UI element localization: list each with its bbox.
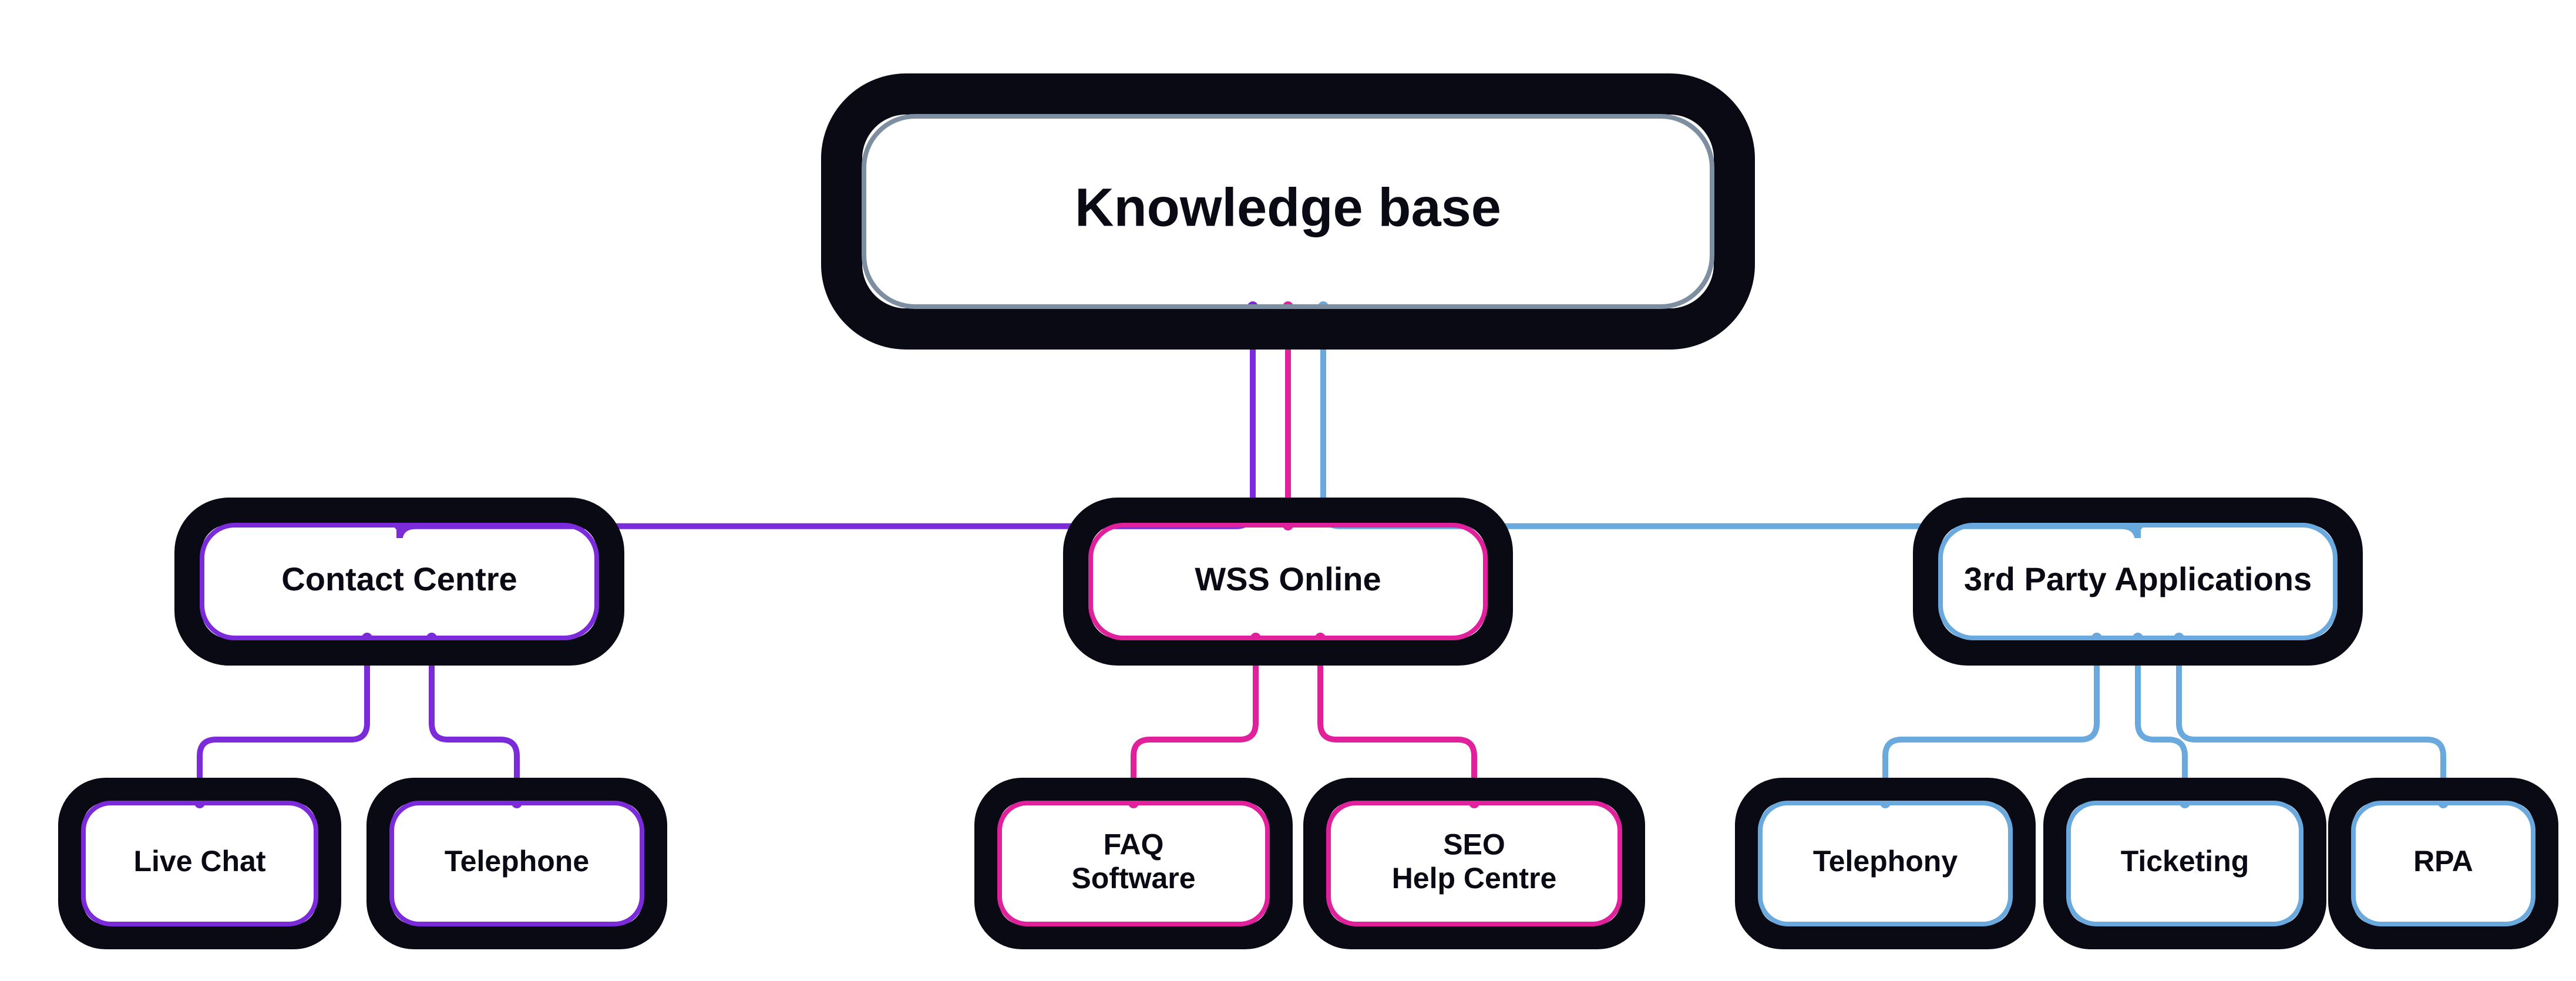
nodes-layer: Knowledge base Contact Centre WSS Online 3r… bbox=[70, 94, 2546, 937]
node-contact-centre-label: Contact Centre bbox=[281, 560, 517, 597]
node-root: Knowledge base bbox=[842, 94, 1734, 329]
node-ticketing: Ticketing bbox=[2056, 790, 2314, 937]
node-telephone-label: Telephone bbox=[445, 845, 589, 878]
node-rpa: RPA bbox=[2340, 790, 2546, 937]
knowledge-base-diagram: Knowledge base Contact Centre WSS Online 3r… bbox=[0, 0, 2576, 981]
node-wss-online: WSS Online bbox=[1077, 511, 1499, 652]
node-seo-help-centre-label: Help Centre bbox=[1392, 862, 1557, 895]
node-ticketing-label: Ticketing bbox=[2121, 845, 2249, 878]
node-wss-online-label: WSS Online bbox=[1195, 560, 1381, 597]
node-telephony-label: Telephony bbox=[1813, 845, 1958, 878]
node-faq-software-label: Software bbox=[1071, 862, 1195, 895]
node-rpa-label: RPA bbox=[2413, 845, 2473, 878]
node-seo-help-centre: SEOHelp Centre bbox=[1316, 790, 1633, 937]
node-live-chat: Live Chat bbox=[70, 790, 329, 937]
node-root-label: Knowledge base bbox=[1075, 177, 1501, 237]
node-third-party-label: 3rd Party Applications bbox=[1964, 560, 2312, 597]
node-live-chat-label: Live Chat bbox=[133, 845, 265, 878]
node-telephony: Telephony bbox=[1747, 790, 2023, 937]
node-seo-help-centre-label: SEO bbox=[1443, 828, 1505, 861]
node-faq-software-label: FAQ bbox=[1104, 828, 1164, 861]
node-faq-software: FAQSoftware bbox=[987, 790, 1280, 937]
node-telephone: Telephone bbox=[379, 790, 655, 937]
